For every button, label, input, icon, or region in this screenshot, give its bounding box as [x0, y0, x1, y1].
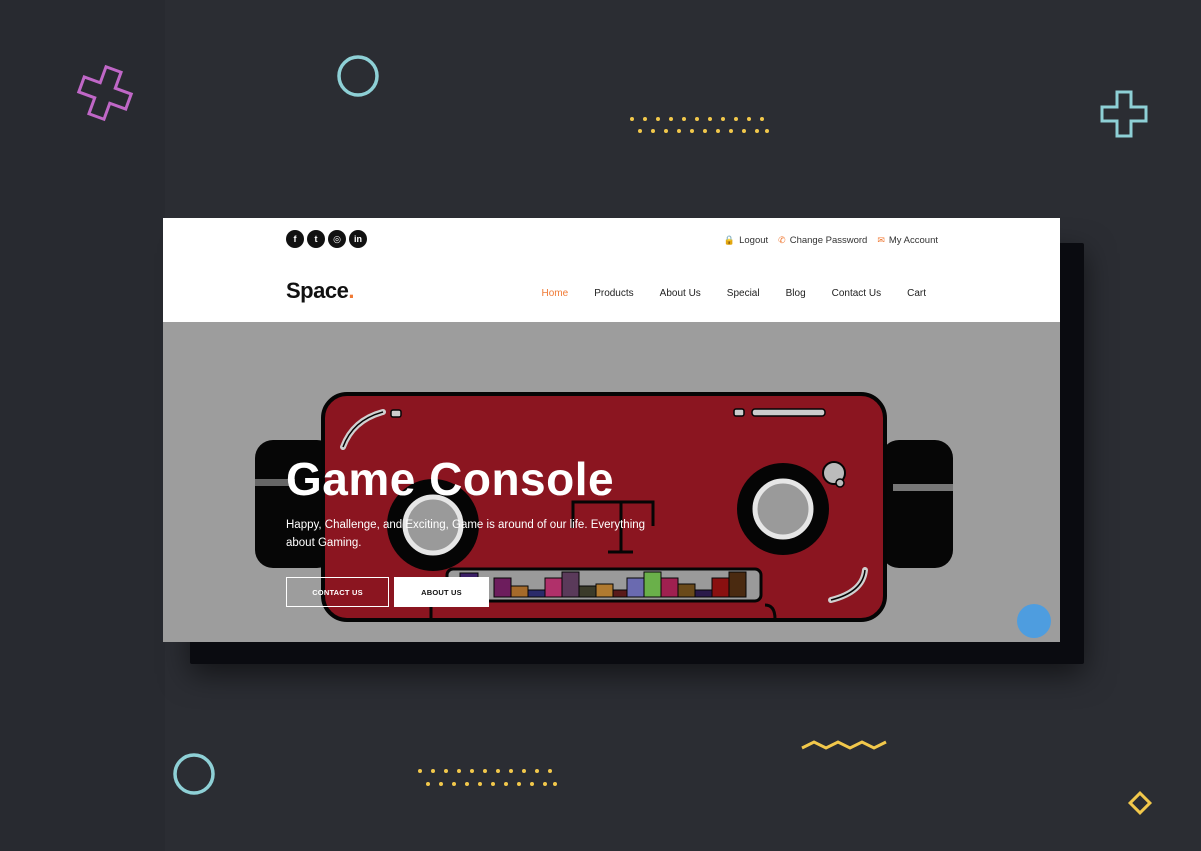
my-account-label: My Account [888, 235, 938, 246]
facebook-icon[interactable]: f [286, 230, 304, 248]
dots-decoration [630, 117, 769, 133]
hero-title: Game Console [286, 453, 615, 505]
change-password-link[interactable]: ✆ Change Password [778, 235, 867, 246]
main-menu: Home Products About Us Special Blog Cont… [542, 288, 927, 299]
dots-decoration [418, 769, 557, 786]
about-us-button[interactable]: ABOUT US [394, 577, 489, 607]
nav-item-special[interactable]: Special [727, 288, 760, 299]
phone-icon: ✆ [778, 235, 786, 245]
nav-item-contact-us[interactable]: Contact Us [832, 288, 881, 299]
linkedin-icon[interactable]: in [349, 230, 367, 248]
nav-item-cart[interactable]: Cart [907, 288, 926, 299]
nav-item-home[interactable]: Home [542, 288, 569, 299]
circle-decoration [337, 55, 379, 97]
brand-name: Space [286, 278, 349, 303]
brand-dot: . [348, 278, 354, 303]
instagram-icon[interactable]: ◎ [328, 230, 346, 248]
hero-banner: Game Console Happy, Challenge, and Excit… [163, 322, 1060, 642]
pink-cross-decoration [76, 64, 134, 122]
navbar: Space. Home Products About Us Special Bl… [163, 262, 1060, 322]
brand-logo[interactable]: Space. [286, 278, 354, 304]
nav-item-blog[interactable]: Blog [786, 288, 806, 299]
top-bar: f t ◎ in 🔒 Logout ✆ Change Password ✉ My… [163, 218, 1060, 262]
contact-us-button[interactable]: CONTACT US [286, 577, 389, 607]
account-links: 🔒 Logout ✆ Change Password ✉ My Account [724, 235, 938, 246]
website-mockup: f t ◎ in 🔒 Logout ✆ Change Password ✉ My… [163, 218, 1060, 642]
twitter-icon[interactable]: t [307, 230, 325, 248]
circle-decoration [173, 753, 215, 795]
social-links: f t ◎ in [286, 230, 367, 248]
hero-subtitle: Happy, Challenge, and Exciting, Game is … [286, 519, 646, 549]
nav-item-about-us[interactable]: About Us [660, 288, 701, 299]
change-password-label: Change Password [789, 235, 868, 246]
diamond-decoration [1127, 790, 1153, 816]
scroll-to-top-button[interactable] [1015, 602, 1053, 640]
zigzag-decoration [801, 740, 887, 750]
lock-icon: 🔒 [723, 235, 736, 245]
logout-link[interactable]: 🔒 Logout [724, 235, 768, 246]
teal-cross-decoration [1100, 90, 1148, 138]
mail-icon: ✉ [877, 235, 885, 245]
my-account-link[interactable]: ✉ My Account [877, 235, 938, 246]
nav-item-products[interactable]: Products [594, 288, 633, 299]
logout-label: Logout [739, 235, 769, 246]
